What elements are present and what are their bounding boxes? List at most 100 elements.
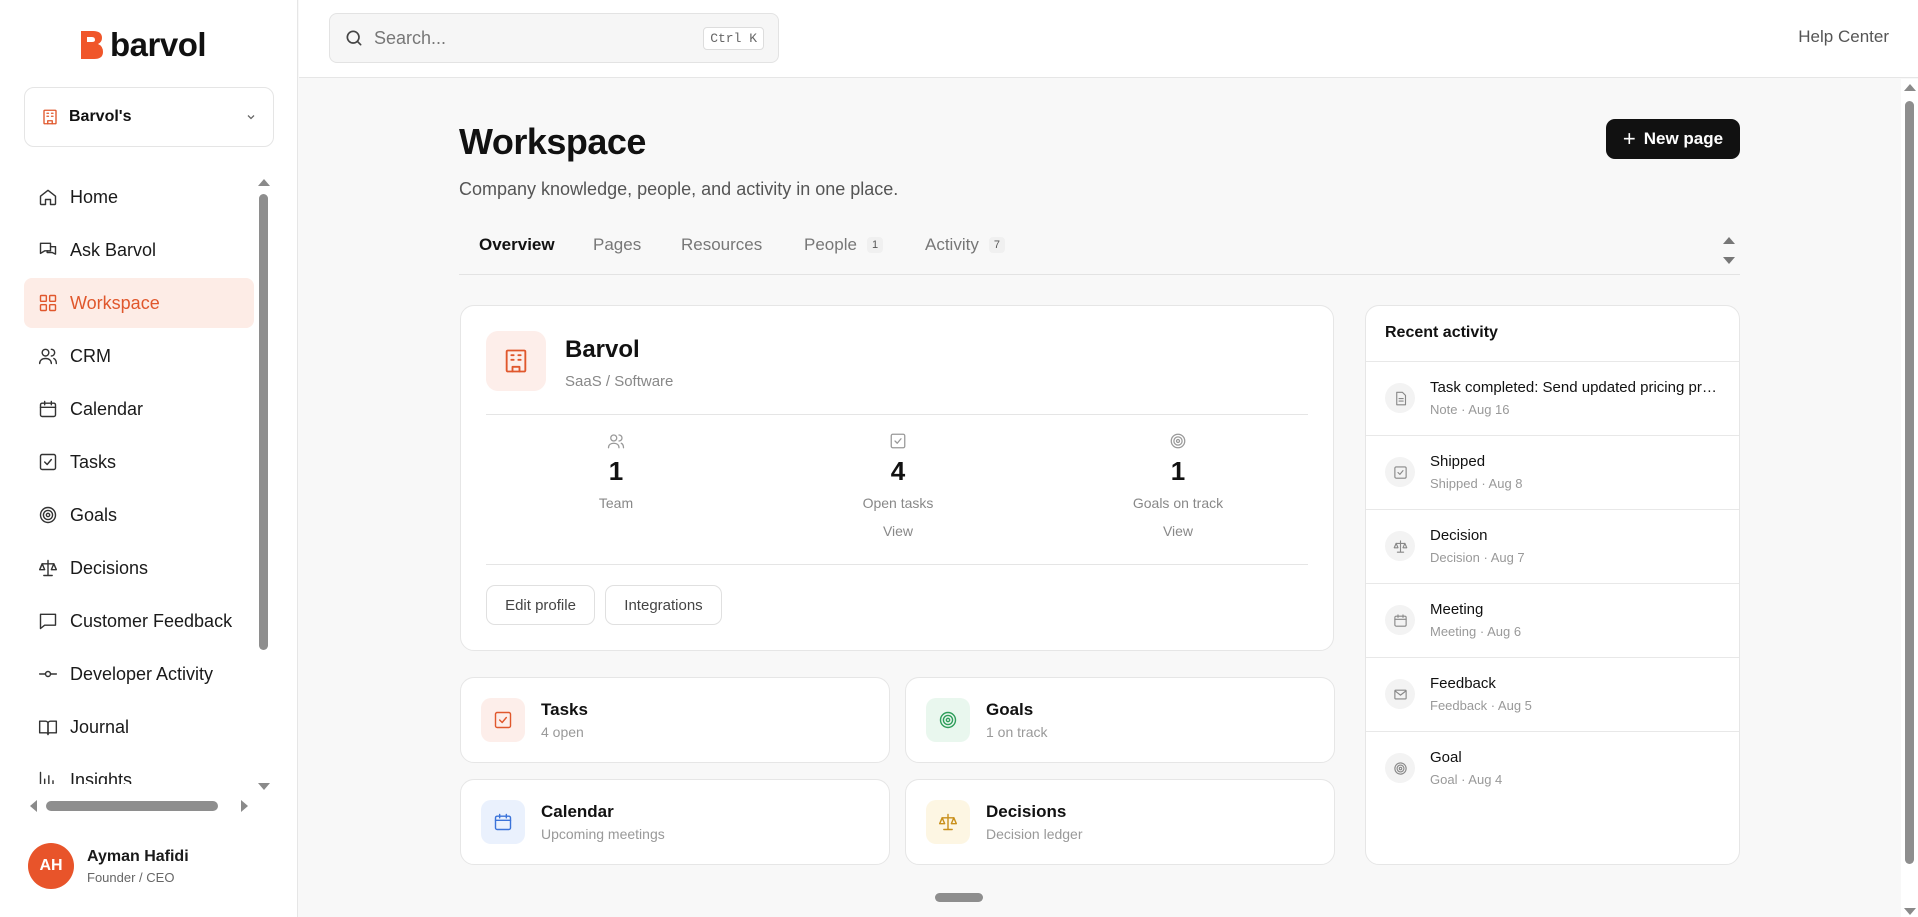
search-input[interactable] bbox=[374, 27, 694, 49]
tab-resources[interactable]: Resources bbox=[681, 235, 762, 255]
integrations-button[interactable]: Integrations bbox=[605, 585, 722, 625]
activity-item[interactable]: Meeting Meeting · Aug 6 bbox=[1366, 583, 1739, 657]
scroll-down-arrow-icon[interactable] bbox=[1723, 257, 1735, 264]
tile-tasks[interactable]: Tasks 4 open bbox=[460, 677, 890, 763]
scroll-left-arrow-icon[interactable] bbox=[30, 800, 37, 812]
tab-count-badge: 7 bbox=[988, 237, 1005, 253]
plus-icon: + bbox=[1622, 126, 1636, 151]
sidebar-item-calendar[interactable]: Calendar bbox=[24, 384, 254, 434]
activity-title: Feedback bbox=[1430, 675, 1496, 692]
tile-goals[interactable]: Goals 1 on track bbox=[905, 677, 1335, 763]
sidebar-item-developer-activity[interactable]: Developer Activity bbox=[24, 649, 254, 699]
tab-label: Resources bbox=[681, 235, 763, 254]
tile-subtitle: 4 open bbox=[541, 724, 584, 740]
tile-title: Tasks bbox=[541, 700, 588, 719]
tab-activity[interactable]: Activity 7 bbox=[925, 235, 1005, 255]
page-subtitle: Company knowledge, people, and activity … bbox=[459, 179, 899, 199]
scrollbar-thumb[interactable] bbox=[259, 194, 268, 650]
stat-value: 1 bbox=[608, 456, 624, 486]
activity-item[interactable]: Task completed: Send updated pricing pro… bbox=[1366, 361, 1739, 435]
sidebar-item-insights[interactable]: Insights bbox=[24, 755, 254, 784]
activity-title: Shipped bbox=[1430, 453, 1486, 470]
tab-count-badge: 1 bbox=[866, 237, 884, 253]
scroll-right-arrow-icon[interactable] bbox=[241, 800, 248, 812]
tab-label: Activity bbox=[925, 235, 979, 254]
tile-decisions[interactable]: Decisions Decision ledger bbox=[905, 779, 1335, 865]
check-square-icon bbox=[1393, 465, 1407, 479]
sidebar-item-home[interactable]: Home bbox=[24, 172, 254, 222]
check-square-icon bbox=[890, 433, 906, 449]
recent-activity-title: Recent activity bbox=[1385, 324, 1498, 341]
sidebar-item-label: Ask Barvol bbox=[70, 239, 157, 260]
tab-overview[interactable]: Overview bbox=[479, 235, 555, 255]
scrollbar-thumb[interactable] bbox=[1905, 101, 1914, 864]
activity-item[interactable]: Shipped Shipped · Aug 8 bbox=[1366, 435, 1739, 509]
edit-profile-button[interactable]: Edit profile bbox=[486, 585, 595, 625]
scroll-down-arrow-icon[interactable] bbox=[258, 783, 270, 790]
activity-item[interactable]: Feedback Feedback · Aug 5 bbox=[1366, 657, 1739, 731]
tile-icon-wrap bbox=[481, 800, 525, 844]
tab-label: Overview bbox=[479, 235, 555, 254]
mail-icon bbox=[1393, 689, 1407, 699]
activity-item[interactable]: Goal Goal · Aug 4 bbox=[1366, 731, 1739, 805]
tile-calendar[interactable]: Calendar Upcoming meetings bbox=[460, 779, 890, 865]
search-box[interactable]: Ctrl K bbox=[329, 13, 779, 63]
scroll-up-arrow-icon[interactable] bbox=[258, 179, 270, 186]
activity-icon-wrap bbox=[1385, 679, 1415, 709]
workspace-selector[interactable]: Barvol's bbox=[24, 87, 274, 147]
scroll-up-arrow-icon[interactable] bbox=[1723, 237, 1735, 244]
tabs-scroll-arrows[interactable] bbox=[1722, 237, 1736, 267]
stat-team: 1 Team bbox=[516, 432, 716, 511]
new-page-button[interactable]: + New page bbox=[1606, 119, 1740, 159]
help-center-link[interactable]: Help Center bbox=[1798, 27, 1889, 47]
view-tasks-link[interactable]: View bbox=[798, 523, 998, 539]
main-content: Workspace Company knowledge, people, and… bbox=[299, 79, 1901, 917]
activity-item[interactable]: Decision Decision · Aug 7 bbox=[1366, 509, 1739, 583]
new-page-label: New page bbox=[1643, 129, 1724, 148]
sidebar-item-customer-feedback[interactable]: Customer Feedback bbox=[24, 596, 254, 646]
tab-people[interactable]: People 1 bbox=[804, 235, 884, 255]
sidebar-item-workspace[interactable]: Workspace bbox=[24, 278, 254, 328]
tile-subtitle: Upcoming meetings bbox=[541, 826, 665, 842]
sidebar-item-label: Goals bbox=[70, 504, 118, 525]
topbar: Ctrl K Help Center bbox=[299, 0, 1918, 78]
home-icon bbox=[39, 189, 57, 206]
scrollbar-thumb[interactable] bbox=[46, 801, 218, 811]
main-vertical-scrollbar[interactable] bbox=[1901, 79, 1918, 917]
tile-subtitle: 1 on track bbox=[986, 724, 1048, 740]
stat-label: Team bbox=[598, 495, 634, 511]
commit-icon bbox=[38, 670, 58, 678]
main-horizontal-scrollbar-thumb[interactable] bbox=[935, 893, 983, 902]
sidebar-item-label: CRM bbox=[70, 345, 111, 366]
avatar: AH bbox=[28, 843, 74, 889]
sidebar-item-decisions[interactable]: Decisions bbox=[24, 543, 254, 593]
company-name: Barvol bbox=[565, 336, 640, 363]
scroll-down-arrow-icon[interactable] bbox=[1904, 908, 1916, 915]
sidebar-item-crm[interactable]: CRM bbox=[24, 331, 254, 381]
activity-title: Task completed: Send updated pricing pro… bbox=[1430, 379, 1720, 396]
building-icon bbox=[43, 109, 57, 125]
tab-pages[interactable]: Pages bbox=[593, 235, 641, 255]
sidebar-item-label: Workspace bbox=[70, 292, 160, 313]
sidebar-horizontal-scrollbar[interactable] bbox=[28, 798, 250, 814]
sidebar-vertical-scrollbar[interactable] bbox=[256, 177, 270, 792]
brand-logo[interactable]: barvol bbox=[78, 26, 207, 64]
check-square-icon bbox=[39, 453, 57, 471]
user-profile[interactable]: AH Ayman Hafidi Founder / CEO bbox=[28, 843, 189, 889]
workspace-selector-label: Barvol's bbox=[69, 108, 132, 125]
check-square-icon bbox=[494, 711, 512, 729]
sidebar-item-label: Home bbox=[70, 186, 119, 207]
sidebar-item-tasks[interactable]: Tasks bbox=[24, 437, 254, 487]
sidebar-item-goals[interactable]: Goals bbox=[24, 490, 254, 540]
sidebar-item-label: Insights bbox=[70, 769, 133, 785]
sidebar-item-ask-barvol[interactable]: Ask Barvol bbox=[24, 225, 254, 275]
scale-icon bbox=[938, 813, 958, 831]
scroll-up-arrow-icon[interactable] bbox=[1904, 84, 1916, 91]
sidebar-item-journal[interactable]: Journal bbox=[24, 702, 254, 752]
sidebar: barvol Barvol's Home Ask Barvol Workspac… bbox=[0, 0, 298, 917]
view-goals-link[interactable]: View bbox=[1078, 523, 1278, 539]
workspace-tabs: Overview Pages Resources People 1 Activi… bbox=[459, 229, 1740, 275]
grid-icon bbox=[39, 294, 57, 312]
calendar-icon bbox=[1393, 613, 1407, 627]
recent-activity-panel: Recent activity Task completed: Send upd… bbox=[1365, 305, 1740, 865]
